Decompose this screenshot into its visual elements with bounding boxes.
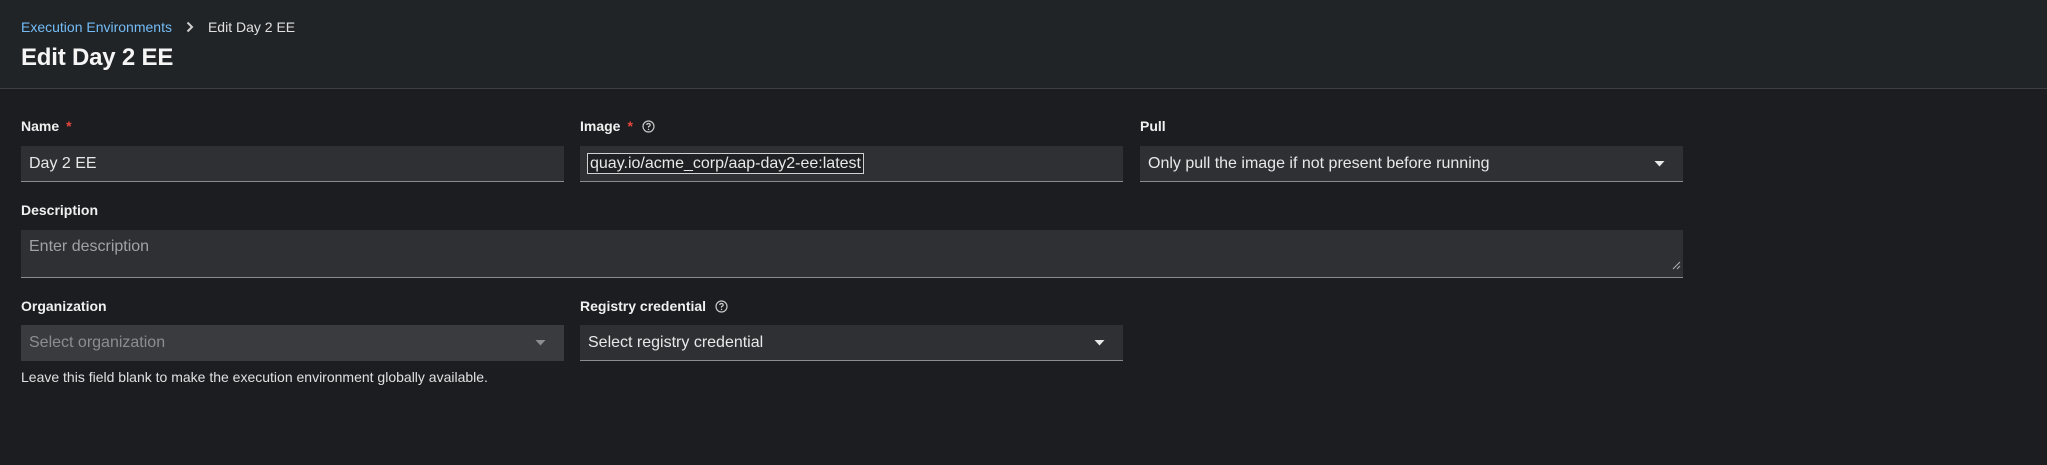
pull-select-value: Only pull the image if not present befor…: [1148, 154, 1490, 172]
registry-credential-select-placeholder: Select registry credential: [588, 333, 764, 351]
organization-select-placeholder: Select organization: [29, 334, 166, 351]
pull-label-text: Pull: [1140, 118, 1166, 134]
resize-handle-icon[interactable]: [1672, 257, 1681, 275]
page-title: Edit Day 2 EE: [21, 44, 174, 71]
breadcrumb-current: Edit Day 2 EE: [207, 19, 296, 35]
name-input[interactable]: Day 2 EE: [21, 146, 564, 182]
description-textarea[interactable]: Enter description: [21, 230, 1683, 278]
image-input[interactable]: quay.io/acme_corp/aap-day2-ee:latest: [580, 146, 1123, 182]
organization-label: Organization: [21, 297, 107, 315]
question-circle-icon[interactable]: [715, 299, 728, 313]
chevron-right-icon: [182, 18, 198, 36]
name-input-value: Day 2 EE: [29, 154, 97, 172]
name-label-text: Name: [21, 118, 60, 134]
registry-credential-label: Registry credential: [580, 297, 728, 315]
registry-credential-select[interactable]: Select registry credential: [580, 325, 1123, 361]
caret-down-icon: [1654, 160, 1665, 167]
image-label-text: Image: [580, 118, 621, 134]
organization-helper-text: Leave this field blank to make the execu…: [21, 369, 488, 385]
caret-down-icon: [535, 340, 546, 347]
caret-down-icon: [1094, 339, 1105, 346]
page-header: Execution Environments Edit Day 2 EE Edi…: [0, 0, 2047, 89]
registry-credential-label-text: Registry credential: [580, 298, 707, 314]
description-label-text: Description: [21, 202, 99, 218]
breadcrumb: Execution Environments Edit Day 2 EE: [21, 18, 295, 36]
required-indicator: *: [627, 118, 633, 134]
organization-label-text: Organization: [21, 298, 107, 314]
image-label: Image *: [580, 117, 655, 135]
image-input-value: quay.io/acme_corp/aap-day2-ee:latest: [587, 152, 864, 174]
description-label: Description: [21, 201, 98, 219]
breadcrumb-link-execution-environments[interactable]: Execution Environments: [21, 18, 172, 36]
name-label: Name *: [21, 117, 72, 135]
description-placeholder: Enter description: [29, 238, 150, 255]
pull-select[interactable]: Only pull the image if not present befor…: [1140, 146, 1683, 182]
pull-label: Pull: [1140, 117, 1166, 135]
question-circle-icon[interactable]: [642, 119, 655, 133]
required-indicator: *: [66, 118, 72, 134]
organization-select[interactable]: Select organization: [21, 325, 564, 361]
